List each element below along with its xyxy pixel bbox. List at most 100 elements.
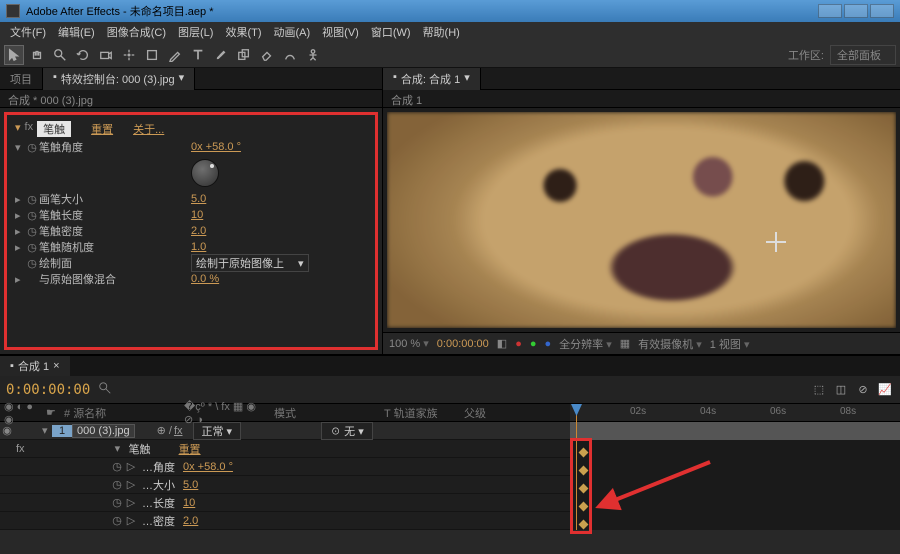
stopwatch-icon[interactable]: ◷ (25, 256, 39, 270)
stopwatch-icon[interactable]: ◷ (25, 140, 39, 154)
prop-random-value[interactable]: 1.0 (191, 241, 206, 253)
timeline-panel: ▪合成 1× 0:00:00:00 ⬚ ◫ ⊘ 📈 ◉ ◐ ● ◉☛# 源名称 … (0, 354, 900, 530)
workspace-dropdown[interactable]: 全部面板 (830, 45, 896, 65)
stopwatch-icon[interactable]: ◷ (110, 478, 124, 492)
prop-density-value[interactable]: 2.0 (191, 225, 206, 237)
prop-random-label: 笔触随机度 (39, 239, 191, 255)
current-timecode[interactable]: 0:00:00:00 (6, 382, 90, 398)
stopwatch-icon[interactable]: ◷ (25, 224, 39, 238)
prop-row-angle[interactable]: ◷▷…角度0x +58.0 ° (0, 458, 570, 476)
preview-image (387, 112, 896, 328)
keyframe-icon[interactable] (579, 466, 589, 476)
panel-menu-icon[interactable]: ▾ (179, 71, 185, 87)
comp-icon: ▪ (10, 360, 14, 372)
stopwatch-icon[interactable]: ◷ (110, 496, 124, 510)
layer-name[interactable]: 000 (3).jpg (72, 424, 135, 438)
stopwatch-icon[interactable]: ◷ (25, 192, 39, 206)
pen-tool-icon[interactable] (165, 45, 185, 65)
anchor-tool-icon[interactable] (119, 45, 139, 65)
chevron-down-icon[interactable]: ▾ (464, 71, 470, 87)
eraser-tool-icon[interactable] (257, 45, 277, 65)
prop-row-size[interactable]: ◷▷…大小5.0 (0, 476, 570, 494)
window-controls (818, 4, 894, 18)
tool-bar: 工作区: 全部面板 (0, 42, 900, 68)
effect-row[interactable]: fx▾笔触重置 (0, 440, 570, 458)
snapshot-icon[interactable]: ◧ (497, 337, 507, 350)
keyframe-icon[interactable] (579, 448, 589, 458)
puppet-tool-icon[interactable] (303, 45, 323, 65)
menu-layer[interactable]: 图层(L) (172, 22, 219, 42)
effect-properties-highlight: ▾ fx 笔触 重置 关于... ▾◷笔触角度0x +58.0 ° ▸◷画笔大小… (4, 112, 378, 350)
eye-icon[interactable]: ◉ (0, 424, 14, 438)
menu-bar: 文件(F) 编辑(E) 图像合成(C) 图层(L) 效果(T) 动画(A) 视图… (0, 22, 900, 42)
graph-editor-icon[interactable]: 📈 (876, 381, 894, 399)
effect-name[interactable]: 笔触 (37, 121, 71, 137)
text-tool-icon[interactable] (188, 45, 208, 65)
layer-bar[interactable] (570, 422, 900, 440)
effect-comp-line: 合成 * 000 (3).jpg (0, 90, 382, 108)
prop-row-length[interactable]: ◷▷…长度10 (0, 494, 570, 512)
keyframe-icon[interactable] (579, 484, 589, 494)
viewer-time[interactable]: 0:00:00:00 (437, 338, 489, 350)
menu-window[interactable]: 窗口(W) (365, 22, 417, 42)
timeline-tab[interactable]: ▪合成 1× (0, 356, 70, 376)
tab-effect-controls[interactable]: ▪ 特效控制台: 000 (3).jpg ▾ (43, 68, 195, 90)
frame-blend-icon[interactable]: ◫ (832, 381, 850, 399)
clone-tool-icon[interactable] (234, 45, 254, 65)
window-titlebar: Adobe After Effects - 未命名项目.aep * (0, 0, 900, 22)
stopwatch-icon[interactable]: ◷ (110, 514, 124, 528)
tab-composition[interactable]: ▪合成: 合成 1▾ (383, 68, 481, 90)
composition-panel: ▪合成: 合成 1▾ 合成 1 100 % 0:00:00:00 ◧ ●●● 全… (382, 68, 900, 354)
channel-icon[interactable]: ● (515, 338, 522, 350)
menu-composition[interactable]: 图像合成(C) (101, 22, 172, 42)
motion-blur-icon[interactable]: ⊘ (854, 381, 872, 399)
stopwatch-icon[interactable]: ◷ (25, 208, 39, 222)
prop-paint-dropdown[interactable]: 绘制于原始图像上▾ (191, 254, 309, 272)
menu-edit[interactable]: 编辑(E) (52, 22, 101, 42)
rotate-tool-icon[interactable] (73, 45, 93, 65)
hand-tool-icon[interactable] (27, 45, 47, 65)
prop-angle-value[interactable]: 0x +58.0 ° (191, 141, 241, 153)
tab-project[interactable]: 项目 (0, 68, 43, 90)
ruler-mark: 08s (840, 406, 856, 417)
maximize-button[interactable] (844, 4, 868, 18)
comp-breadcrumb[interactable]: 合成 1 (383, 90, 900, 108)
keyframe-icon[interactable] (579, 520, 589, 530)
prop-blend-value[interactable]: 0.0 % (191, 273, 219, 285)
time-ruler[interactable]: 02s 04s 06s 08s (570, 404, 900, 422)
effect-reset-link[interactable]: 重置 (91, 121, 113, 137)
rect-tool-icon[interactable] (142, 45, 162, 65)
prop-size-value[interactable]: 5.0 (191, 193, 206, 205)
timeline-tracks[interactable]: 02s 04s 06s 08s (570, 404, 900, 530)
prop-length-value[interactable]: 10 (191, 209, 203, 221)
minimize-button[interactable] (818, 4, 842, 18)
views-dropdown[interactable]: 1 视图 (710, 336, 750, 352)
camera-tool-icon[interactable] (96, 45, 116, 65)
selection-tool-icon[interactable] (4, 45, 24, 65)
shy-icon[interactable]: ⬚ (810, 381, 828, 399)
layer-row[interactable]: ◉ ▾1 000 (3).jpg ⊕ / fx 正常 ▾ ☉ 无 ▾ (0, 422, 570, 440)
menu-help[interactable]: 帮助(H) (417, 22, 466, 42)
menu-animation[interactable]: 动画(A) (268, 22, 317, 42)
effect-about-link[interactable]: 关于... (133, 121, 164, 137)
keyframe-icon[interactable] (579, 502, 589, 512)
menu-view[interactable]: 视图(V) (316, 22, 365, 42)
stopwatch-icon[interactable]: ◷ (110, 460, 124, 474)
search-icon[interactable] (98, 381, 112, 398)
grid-icon[interactable]: ▦ (620, 337, 630, 350)
brush-tool-icon[interactable] (211, 45, 231, 65)
composition-viewer[interactable] (387, 112, 896, 328)
roto-tool-icon[interactable] (280, 45, 300, 65)
angle-dial[interactable] (191, 159, 219, 187)
prop-row-density[interactable]: ◷▷…密度2.0 (0, 512, 570, 530)
close-button[interactable] (870, 4, 894, 18)
blend-mode-dropdown[interactable]: 正常 ▾ (193, 422, 242, 440)
parent-dropdown[interactable]: ☉ 无 ▾ (321, 422, 373, 440)
stopwatch-icon[interactable]: ◷ (25, 240, 39, 254)
camera-dropdown[interactable]: 有效摄像机 (638, 336, 702, 352)
menu-effect[interactable]: 效果(T) (219, 22, 267, 42)
zoom-dropdown[interactable]: 100 % (389, 337, 429, 350)
menu-file[interactable]: 文件(F) (4, 22, 52, 42)
zoom-tool-icon[interactable] (50, 45, 70, 65)
resolution-dropdown[interactable]: 全分辨率 (559, 336, 612, 352)
